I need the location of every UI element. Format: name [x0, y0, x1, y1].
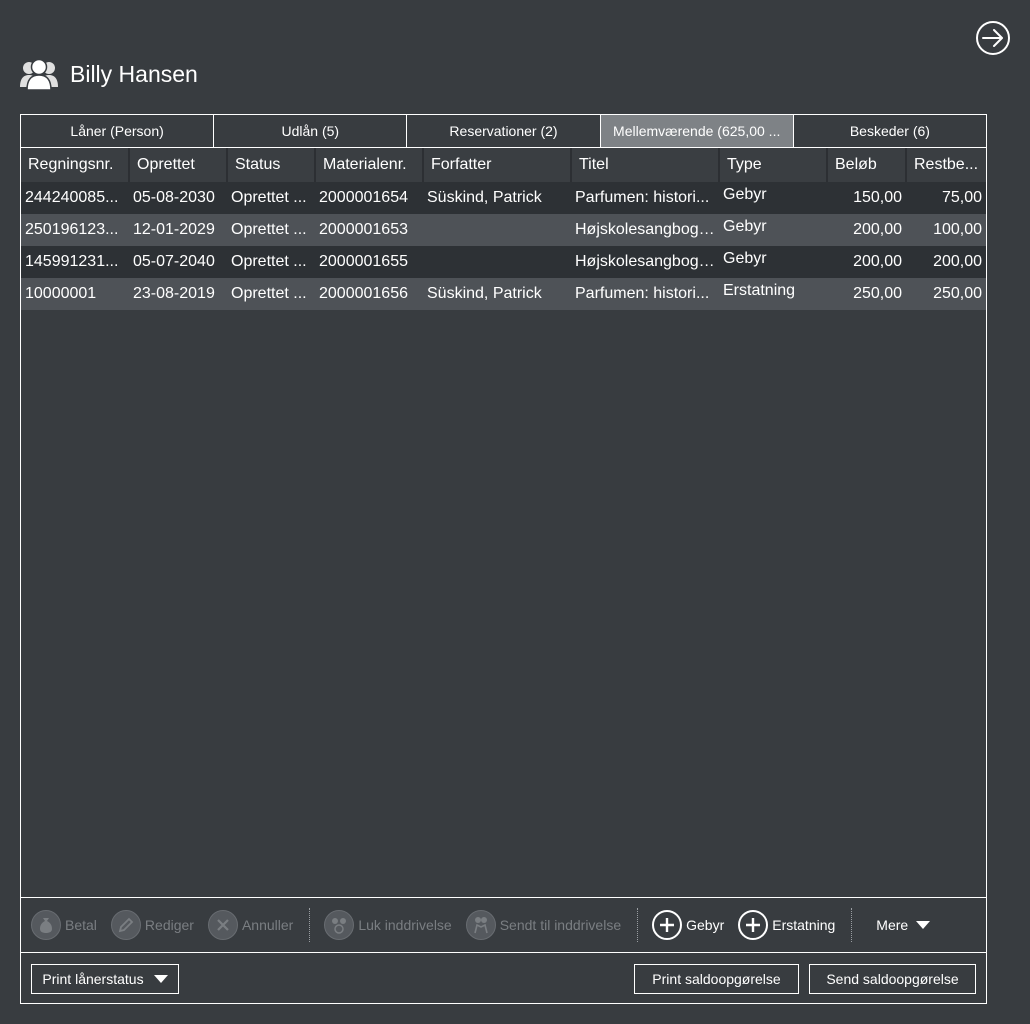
patron-panel: Låner (Person) Udlån (5) Reservationer (… [20, 114, 987, 1004]
close-collection-label: Luk inddrivelse [358, 917, 452, 933]
column-header[interactable]: Oprettet [129, 148, 228, 182]
caret-down-icon [153, 975, 168, 983]
table-cell: 2000001653 [315, 214, 423, 246]
table-header-row: Regningsnr. Oprettet Status Materialenr.… [21, 148, 986, 182]
plus-circle-icon [652, 910, 683, 940]
table-cell: 05-08-2030 [129, 182, 227, 214]
table-cell: Højskolesangbogen [571, 214, 719, 246]
people-close-icon [324, 910, 355, 940]
print-status-dropdown[interactable]: Print lånerstatus [31, 964, 179, 994]
users-icon [20, 58, 58, 91]
tab-bar: Låner (Person) Udlån (5) Reservationer (… [21, 115, 986, 148]
exit-button[interactable] [976, 21, 1010, 55]
pay-button[interactable]: Betal [31, 910, 97, 940]
more-label: Mere [876, 917, 909, 933]
add-fee-label: Gebyr [686, 917, 725, 933]
tab-reservations[interactable]: Reservationer (2) [407, 115, 601, 147]
tab-loans[interactable]: Udlån (5) [214, 115, 408, 147]
column-header[interactable]: Regningsnr. [21, 148, 130, 182]
people-send-icon [465, 910, 496, 940]
table-cell: 23-08-2019 [129, 278, 227, 310]
add-replacement-label: Erstatning [772, 917, 836, 933]
add-fee-button[interactable]: Gebyr [652, 910, 724, 940]
table-cell [423, 246, 571, 278]
column-header[interactable]: Materialenr. [315, 148, 424, 182]
caret-down-icon [916, 921, 931, 929]
table-cell: 250196123... [21, 214, 129, 246]
more-menu-button[interactable]: Mere [876, 917, 931, 933]
table-row[interactable]: 145991231... 05-07-2040 Oprettet ... 200… [21, 246, 986, 278]
table-cell: 10000001 [21, 278, 129, 310]
print-balance-button[interactable]: Print saldoopgørelse [634, 964, 799, 994]
pencil-icon [110, 910, 141, 940]
footer-bar: Print lånerstatus Print saldoopgørelse S… [21, 953, 986, 1003]
column-header[interactable]: Forfatter [423, 148, 572, 182]
column-header[interactable]: Beløb [827, 148, 907, 182]
send-balance-label: Send saldoopgørelse [826, 971, 959, 987]
tab-balance[interactable]: Mellemværende (625,00 ... [600, 115, 794, 147]
table-cell: 200,00 [827, 246, 906, 278]
toolbar-separator [637, 908, 639, 942]
table-cell: 100,00 [906, 214, 986, 246]
toolbar-separator [851, 908, 853, 942]
table-cell [423, 214, 571, 246]
edit-button[interactable]: Rediger [110, 910, 194, 940]
table-cell: Gebyr [719, 246, 827, 278]
money-bag-icon [31, 910, 61, 940]
table-cell: 75,00 [906, 182, 986, 214]
table-cell: 200,00 [906, 246, 986, 278]
table-cell: 200,00 [827, 214, 906, 246]
table-cell: Gebyr [719, 182, 827, 214]
table-cell: Süskind, Patrick [423, 182, 571, 214]
patron-header: Billy Hansen [20, 56, 198, 92]
table-row[interactable]: 244240085... 05-08-2030 Oprettet ... 200… [21, 182, 986, 214]
table-cell: 250,00 [827, 278, 906, 310]
add-replacement-button[interactable]: Erstatning [738, 910, 835, 940]
column-header[interactable]: Restbe... [906, 148, 986, 182]
plus-circle-icon [738, 910, 769, 940]
table-cell: Parfumen: histori... [571, 278, 719, 310]
table-cell: Parfumen: histori... [571, 182, 719, 214]
table-cell: Oprettet ... [227, 246, 315, 278]
table-cell: Erstatning [719, 278, 827, 310]
table-cell: 2000001654 [315, 182, 423, 214]
table-cell: 12-01-2029 [129, 214, 227, 246]
send-balance-button[interactable]: Send saldoopgørelse [809, 964, 976, 994]
balance-table: Regningsnr. Oprettet Status Materialenr.… [21, 148, 986, 310]
table-cell: Oprettet ... [227, 278, 315, 310]
table-cell: Gebyr [719, 214, 827, 246]
table-cell: 2000001655 [315, 246, 423, 278]
column-header[interactable]: Titel [571, 148, 720, 182]
sent-to-collection-button[interactable]: Sendt til inddrivelse [465, 910, 622, 940]
action-toolbar: Betal Rediger Annuller Luk inddrivelse S… [21, 897, 986, 953]
cancel-button[interactable]: Annuller [207, 910, 294, 940]
patron-name: Billy Hansen [70, 60, 198, 87]
table-cell: 05-07-2040 [129, 246, 227, 278]
table-cell: Højskolesangbogen [571, 246, 719, 278]
sent-to-collection-label: Sendt til inddrivelse [499, 917, 622, 933]
table-cell: Oprettet ... [227, 182, 315, 214]
table-cell: 145991231... [21, 246, 129, 278]
column-header[interactable]: Status [227, 148, 316, 182]
print-balance-label: Print saldoopgørelse [652, 971, 781, 987]
table-row[interactable]: 10000001 23-08-2019 Oprettet ... 2000001… [21, 278, 986, 310]
table-cell: 150,00 [827, 182, 906, 214]
column-header[interactable]: Type [719, 148, 828, 182]
close-icon [207, 910, 238, 940]
toolbar-separator [309, 908, 311, 942]
arrow-right-icon [982, 29, 1003, 47]
table-cell: 2000001656 [315, 278, 423, 310]
tab-messages[interactable]: Beskeder (6) [794, 115, 986, 147]
cancel-label: Annuller [241, 917, 294, 933]
table-cell: 244240085... [21, 182, 129, 214]
table-row[interactable]: 250196123... 12-01-2029 Oprettet ... 200… [21, 214, 986, 246]
table-cell: Oprettet ... [227, 214, 315, 246]
tab-borrower[interactable]: Låner (Person) [21, 115, 215, 147]
print-status-label: Print lånerstatus [42, 971, 144, 987]
close-collection-button[interactable]: Luk inddrivelse [324, 910, 452, 940]
edit-label: Rediger [144, 917, 194, 933]
table-cell: Süskind, Patrick [423, 278, 571, 310]
pay-label: Betal [65, 917, 97, 933]
table-cell: 250,00 [906, 278, 986, 310]
